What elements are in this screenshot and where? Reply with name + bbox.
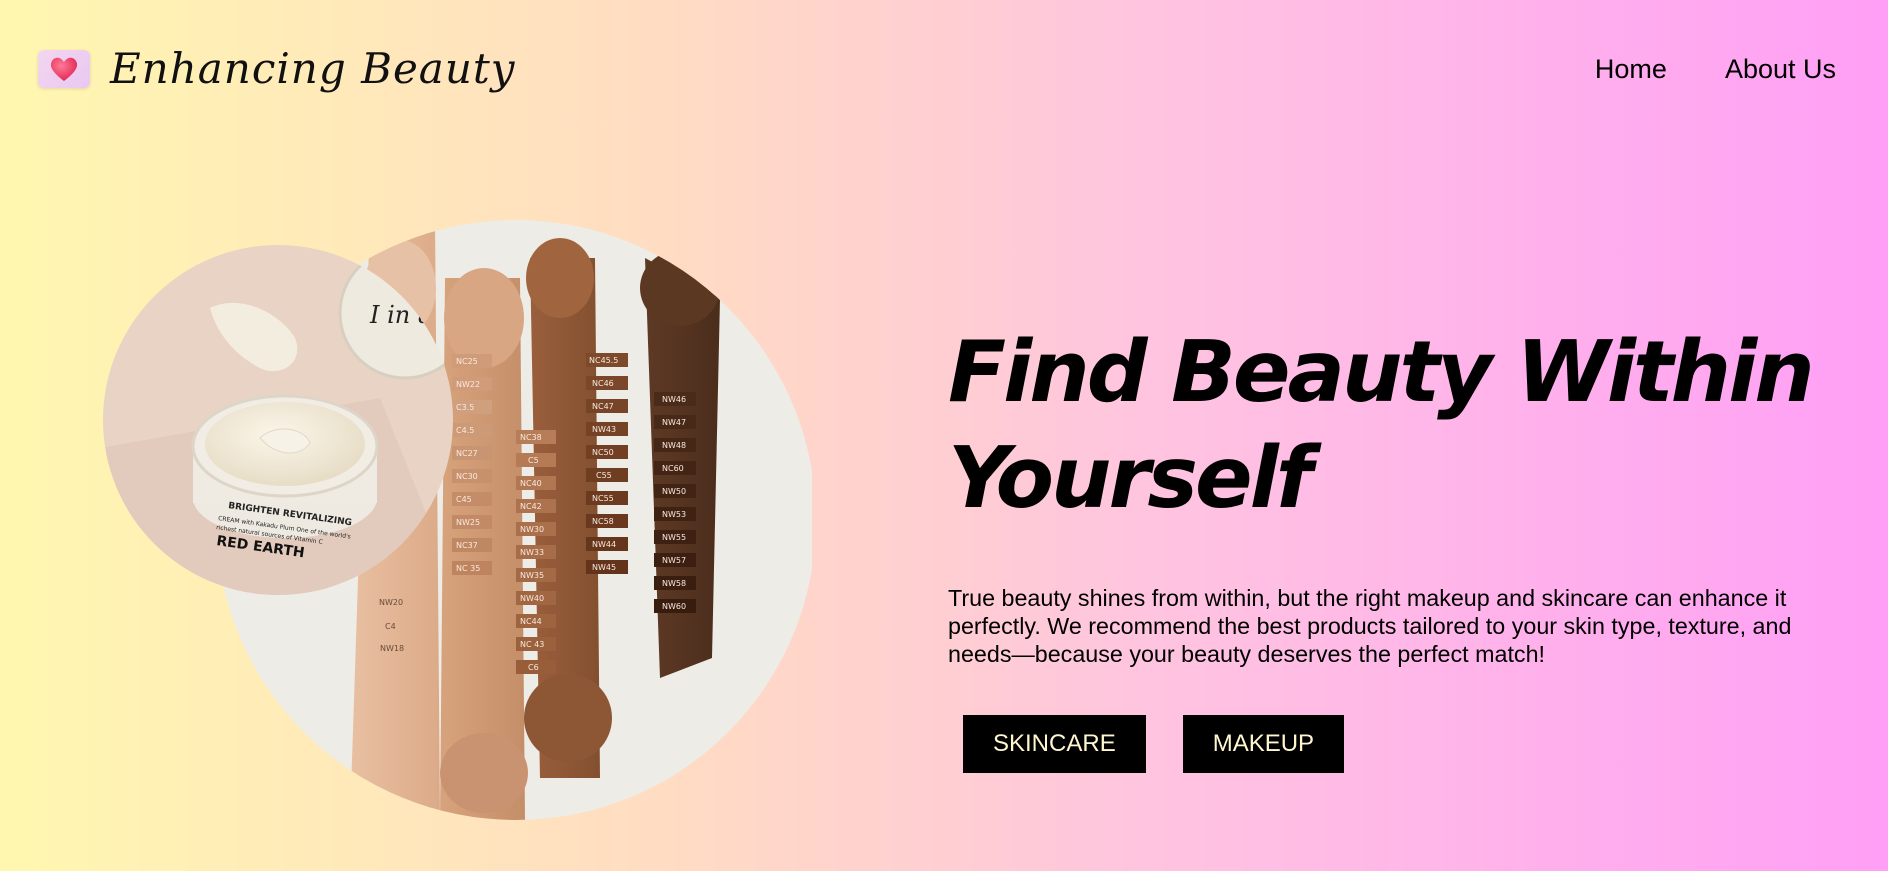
svg-text:NW53: NW53	[662, 510, 686, 519]
svg-text:C4: C4	[385, 622, 396, 631]
svg-text:NW33: NW33	[520, 548, 544, 557]
svg-text:NC 35: NC 35	[456, 564, 480, 573]
makeup-button[interactable]: MAKEUP	[1182, 715, 1345, 773]
svg-text:NW43: NW43	[592, 425, 616, 434]
svg-text:NW44: NW44	[592, 540, 616, 549]
svg-text:NC50: NC50	[592, 448, 614, 457]
hero-description: True beauty shines from within, but the …	[948, 585, 1792, 667]
nav-about-link[interactable]: About Us	[1725, 54, 1836, 85]
hero-image: NC25 NW22 C3.5 C4.5 NC27 NC30 C45 NW25 N…	[103, 220, 812, 820]
svg-text:NC37: NC37	[456, 541, 478, 550]
brand-logo[interactable]: Enhancing Beauty	[38, 44, 516, 93]
svg-text:C55: C55	[596, 471, 612, 480]
svg-text:NC25: NC25	[456, 357, 478, 366]
brand-name: Enhancing Beauty	[110, 44, 516, 93]
skincare-button[interactable]: SKINCARE	[963, 715, 1146, 773]
svg-text:NW30: NW30	[520, 525, 544, 534]
svg-text:NW55: NW55	[662, 533, 686, 542]
svg-text:C45: C45	[456, 495, 472, 504]
svg-text:C5: C5	[528, 456, 539, 465]
svg-text:NC45.5: NC45.5	[589, 356, 618, 365]
svg-text:NW18: NW18	[380, 644, 404, 653]
svg-text:NW57: NW57	[662, 556, 686, 565]
svg-text:NW46: NW46	[662, 395, 686, 404]
svg-text:NW58: NW58	[662, 579, 686, 588]
svg-text:NC46: NC46	[592, 379, 614, 388]
svg-text:C4.5: C4.5	[456, 426, 474, 435]
svg-text:NC30: NC30	[456, 472, 478, 481]
svg-text:NW45: NW45	[592, 563, 616, 572]
hero-title: Find Beauty Within Yourself	[948, 323, 1815, 528]
svg-text:NW47: NW47	[662, 418, 686, 427]
svg-text:NW25: NW25	[456, 518, 480, 527]
svg-text:NW48: NW48	[662, 441, 686, 450]
svg-text:NC42: NC42	[520, 502, 542, 511]
svg-text:NC38: NC38	[520, 433, 542, 442]
hero-buttons: SKINCARE MAKEUP	[963, 715, 1345, 773]
nav-home-link[interactable]: Home	[1595, 54, 1667, 85]
site-header: Enhancing Beauty Home About Us	[0, 0, 1888, 140]
svg-text:NW50: NW50	[662, 487, 686, 496]
svg-text:NW60: NW60	[662, 602, 686, 611]
svg-text:NC 43: NC 43	[520, 640, 544, 649]
svg-text:NC40: NC40	[520, 479, 542, 488]
swatch-labels-arm2: NC38 C5 NC40 NC42 NW30 NW33 NW35 NW40 NC…	[516, 430, 556, 674]
svg-text:NC58: NC58	[592, 517, 614, 526]
svg-text:NC44: NC44	[520, 617, 542, 626]
svg-text:NW22: NW22	[456, 380, 480, 389]
svg-text:NW40: NW40	[520, 594, 544, 603]
svg-text:NW20: NW20	[379, 598, 403, 607]
svg-text:C3.5: C3.5	[456, 403, 474, 412]
main-nav: Home About Us	[1595, 54, 1836, 85]
svg-text:C6: C6	[528, 663, 539, 672]
svg-text:NC55: NC55	[592, 494, 614, 503]
heart-icon	[38, 49, 90, 88]
svg-text:NW35: NW35	[520, 571, 544, 580]
svg-text:NC60: NC60	[662, 464, 684, 473]
svg-text:NC27: NC27	[456, 449, 478, 458]
svg-text:NC47: NC47	[592, 402, 614, 411]
